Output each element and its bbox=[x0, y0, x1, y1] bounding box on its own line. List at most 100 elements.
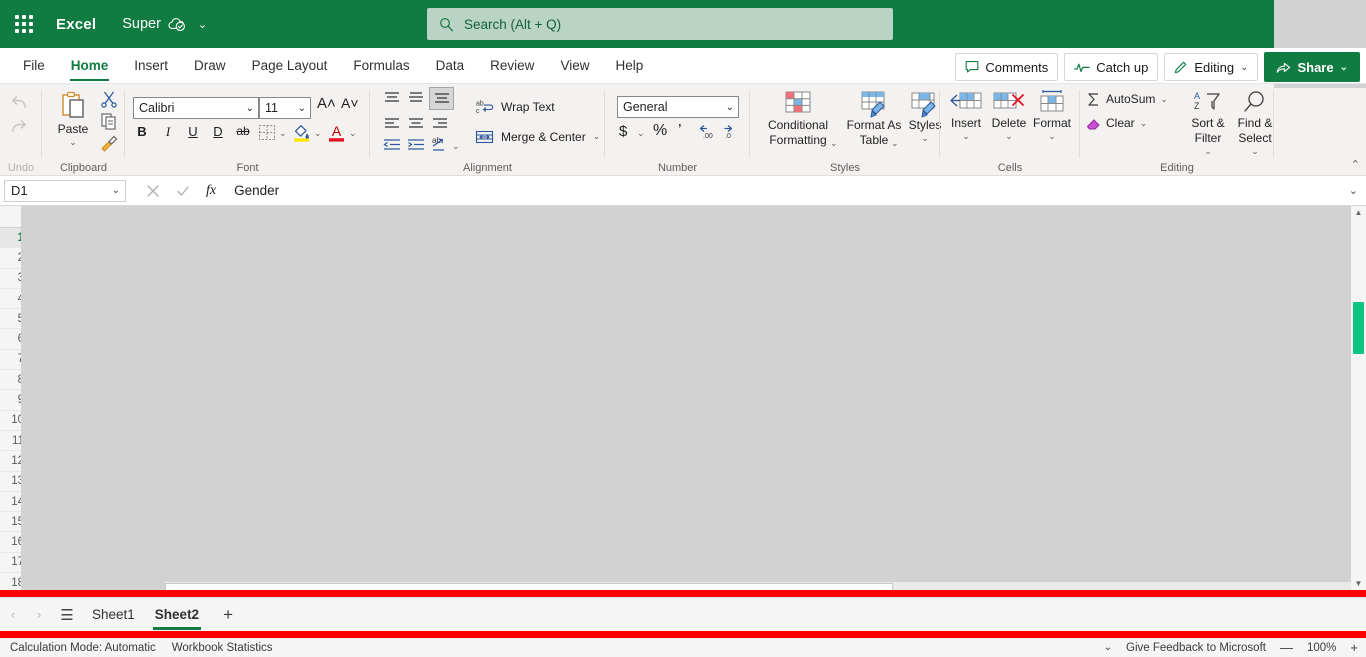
collapse-ribbon-icon[interactable]: ⌃ bbox=[1351, 158, 1360, 171]
format-as-table-chevron-down-icon[interactable]: ⌄ bbox=[891, 138, 899, 149]
tab-page-layout[interactable]: Page Layout bbox=[239, 48, 341, 83]
formula-input[interactable]: Gender bbox=[234, 183, 1349, 198]
align-top-icon[interactable] bbox=[382, 90, 402, 107]
svg-text:ab: ab bbox=[476, 101, 484, 108]
fill-color-chevron-down-icon[interactable]: ⌄ bbox=[314, 128, 322, 139]
tab-formulas[interactable]: Formulas bbox=[340, 48, 422, 83]
insert-function-icon[interactable]: fx bbox=[206, 183, 216, 199]
align-bottom-icon[interactable] bbox=[429, 87, 454, 110]
borders-icon[interactable] bbox=[258, 124, 276, 141]
cut-icon[interactable] bbox=[100, 90, 118, 108]
sort-filter-button[interactable]: A Z Sort & Filter ⌄ bbox=[1185, 90, 1231, 157]
conditional-formatting-chevron-down-icon[interactable]: ⌄ bbox=[830, 138, 838, 149]
scroll-up-icon[interactable]: ▲ bbox=[1351, 208, 1366, 217]
zoom-level-label[interactable]: 100% bbox=[1307, 642, 1336, 654]
comments-button[interactable]: Comments bbox=[955, 53, 1059, 81]
text-orientation-icon[interactable]: ab bbox=[430, 135, 450, 153]
tab-home[interactable]: Home bbox=[58, 48, 122, 83]
insert-cells-button[interactable]: Insert ⌄ bbox=[946, 90, 986, 142]
tab-help[interactable]: Help bbox=[602, 48, 656, 83]
merge-center-button[interactable]: Merge & Center ⌄ bbox=[475, 128, 600, 146]
search-placeholder: Search (Alt + Q) bbox=[464, 16, 562, 32]
all-sheets-icon[interactable]: ☰ bbox=[52, 606, 82, 624]
tab-draw[interactable]: Draw bbox=[181, 48, 239, 83]
delete-cells-label: Delete bbox=[991, 116, 1027, 130]
currency-chevron-down-icon[interactable]: ⌄ bbox=[637, 128, 645, 139]
fill-color-icon[interactable] bbox=[292, 122, 311, 142]
align-right-icon[interactable] bbox=[430, 116, 450, 131]
font-name-select[interactable]: Calibri ⌄ bbox=[133, 97, 259, 119]
wrap-text-button[interactable]: ab c Wrap Text bbox=[475, 98, 555, 116]
app-launcher-icon[interactable] bbox=[0, 0, 48, 48]
confirm-icon[interactable] bbox=[176, 184, 190, 198]
find-select-button[interactable]: Find & Select ⌄ bbox=[1232, 90, 1278, 157]
conditional-formatting-button[interactable]: Conditional Formatting bbox=[754, 90, 842, 148]
name-box[interactable]: D1 ⌄ bbox=[4, 179, 126, 202]
conditional-formatting-icon bbox=[782, 90, 814, 118]
comma-format-button[interactable]: ’ bbox=[678, 122, 682, 140]
search-input[interactable]: Search (Alt + Q) bbox=[427, 8, 893, 40]
number-format-select[interactable]: General ⌄ bbox=[617, 96, 739, 118]
format-cells-button[interactable]: Format ⌄ bbox=[1031, 90, 1073, 142]
decrease-decimal-icon[interactable]: .0 bbox=[721, 122, 741, 140]
vertical-scrollbar[interactable]: ▲ ▼ bbox=[1351, 206, 1366, 590]
shrink-font-button[interactable]: A˅ bbox=[341, 95, 359, 111]
copy-icon[interactable] bbox=[100, 112, 118, 130]
align-middle-icon[interactable] bbox=[406, 90, 426, 107]
orientation-chevron-down-icon[interactable]: ⌄ bbox=[452, 141, 460, 152]
delete-cells-button[interactable]: Delete ⌄ bbox=[988, 90, 1030, 142]
align-center-icon[interactable] bbox=[406, 116, 426, 131]
app-name[interactable]: Excel bbox=[56, 16, 96, 33]
paste-button[interactable]: Paste ⌄ bbox=[50, 90, 96, 148]
increase-decimal-icon[interactable]: .00 bbox=[697, 122, 717, 140]
tab-insert[interactable]: Insert bbox=[121, 48, 181, 83]
previous-sheet-icon[interactable]: ‹ bbox=[0, 607, 26, 622]
undo-icon[interactable] bbox=[8, 92, 30, 112]
workbook-statistics-label[interactable]: Workbook Statistics bbox=[172, 642, 273, 654]
expand-formula-bar-icon[interactable]: ⌄ bbox=[1349, 184, 1358, 197]
grow-font-button[interactable]: A˄ bbox=[317, 95, 336, 112]
font-size-select[interactable]: 11 ⌄ bbox=[259, 97, 311, 119]
scroll-down-icon[interactable]: ▼ bbox=[1351, 579, 1366, 588]
autosum-button[interactable]: AutoSum ⌄ bbox=[1086, 92, 1168, 107]
tab-file[interactable]: File bbox=[10, 48, 58, 83]
borders-chevron-down-icon[interactable]: ⌄ bbox=[279, 128, 287, 139]
worksheet-grid[interactable]: 1 2 3 4 5 6 7 8 9 10 11 12 13 14 15 16 1… bbox=[0, 206, 1366, 590]
redo-icon[interactable] bbox=[8, 116, 30, 136]
clear-button[interactable]: Clear ⌄ bbox=[1086, 116, 1147, 131]
zoom-in-button[interactable]: + bbox=[1350, 640, 1358, 655]
tab-review[interactable]: Review bbox=[477, 48, 547, 83]
next-sheet-icon[interactable]: › bbox=[26, 607, 52, 622]
align-left-icon[interactable] bbox=[382, 116, 402, 131]
vertical-scrollbar-thumb[interactable] bbox=[1353, 302, 1364, 354]
catch-up-button[interactable]: Catch up bbox=[1064, 53, 1159, 81]
font-color-icon[interactable]: A bbox=[327, 122, 346, 142]
share-button[interactable]: Share ⌄ bbox=[1264, 52, 1360, 82]
give-feedback-label[interactable]: Give Feedback to Microsoft bbox=[1126, 642, 1266, 654]
currency-format-button[interactable]: $ bbox=[619, 123, 627, 140]
zoom-out-button[interactable]: — bbox=[1280, 640, 1293, 655]
calculation-mode-label[interactable]: Calculation Mode: Automatic bbox=[10, 642, 156, 654]
percent-format-button[interactable]: % bbox=[653, 122, 667, 140]
sheet-tab-bar: ‹ › ☰ Sheet1 Sheet2 + bbox=[0, 597, 1366, 631]
decrease-indent-icon[interactable] bbox=[382, 137, 402, 152]
tab-view[interactable]: View bbox=[547, 48, 602, 83]
format-cells-chevron-down-icon: ⌄ bbox=[1048, 131, 1056, 141]
font-color-chevron-down-icon[interactable]: ⌄ bbox=[349, 128, 357, 139]
double-underline-button[interactable]: D bbox=[209, 124, 227, 139]
document-title[interactable]: Super bbox=[122, 16, 161, 32]
underline-button[interactable]: U bbox=[184, 124, 202, 139]
sheet-tab-sheet1[interactable]: Sheet1 bbox=[82, 598, 145, 632]
increase-indent-icon[interactable] bbox=[406, 137, 426, 152]
bold-button[interactable]: B bbox=[133, 124, 151, 139]
format-painter-icon[interactable] bbox=[100, 134, 118, 152]
editing-mode-button[interactable]: Editing ⌄ bbox=[1164, 53, 1259, 81]
cancel-icon[interactable] bbox=[146, 184, 160, 198]
status-options-chevron-down-icon[interactable]: ⌄ bbox=[1104, 642, 1112, 653]
strikethrough-button[interactable]: ab bbox=[233, 124, 253, 138]
add-sheet-icon[interactable]: + bbox=[215, 605, 241, 625]
sheet-tab-sheet2[interactable]: Sheet2 bbox=[145, 598, 209, 632]
tab-data[interactable]: Data bbox=[423, 48, 478, 83]
title-chevron-down-icon[interactable]: ⌄ bbox=[198, 18, 207, 31]
italic-button[interactable]: I bbox=[159, 124, 177, 140]
